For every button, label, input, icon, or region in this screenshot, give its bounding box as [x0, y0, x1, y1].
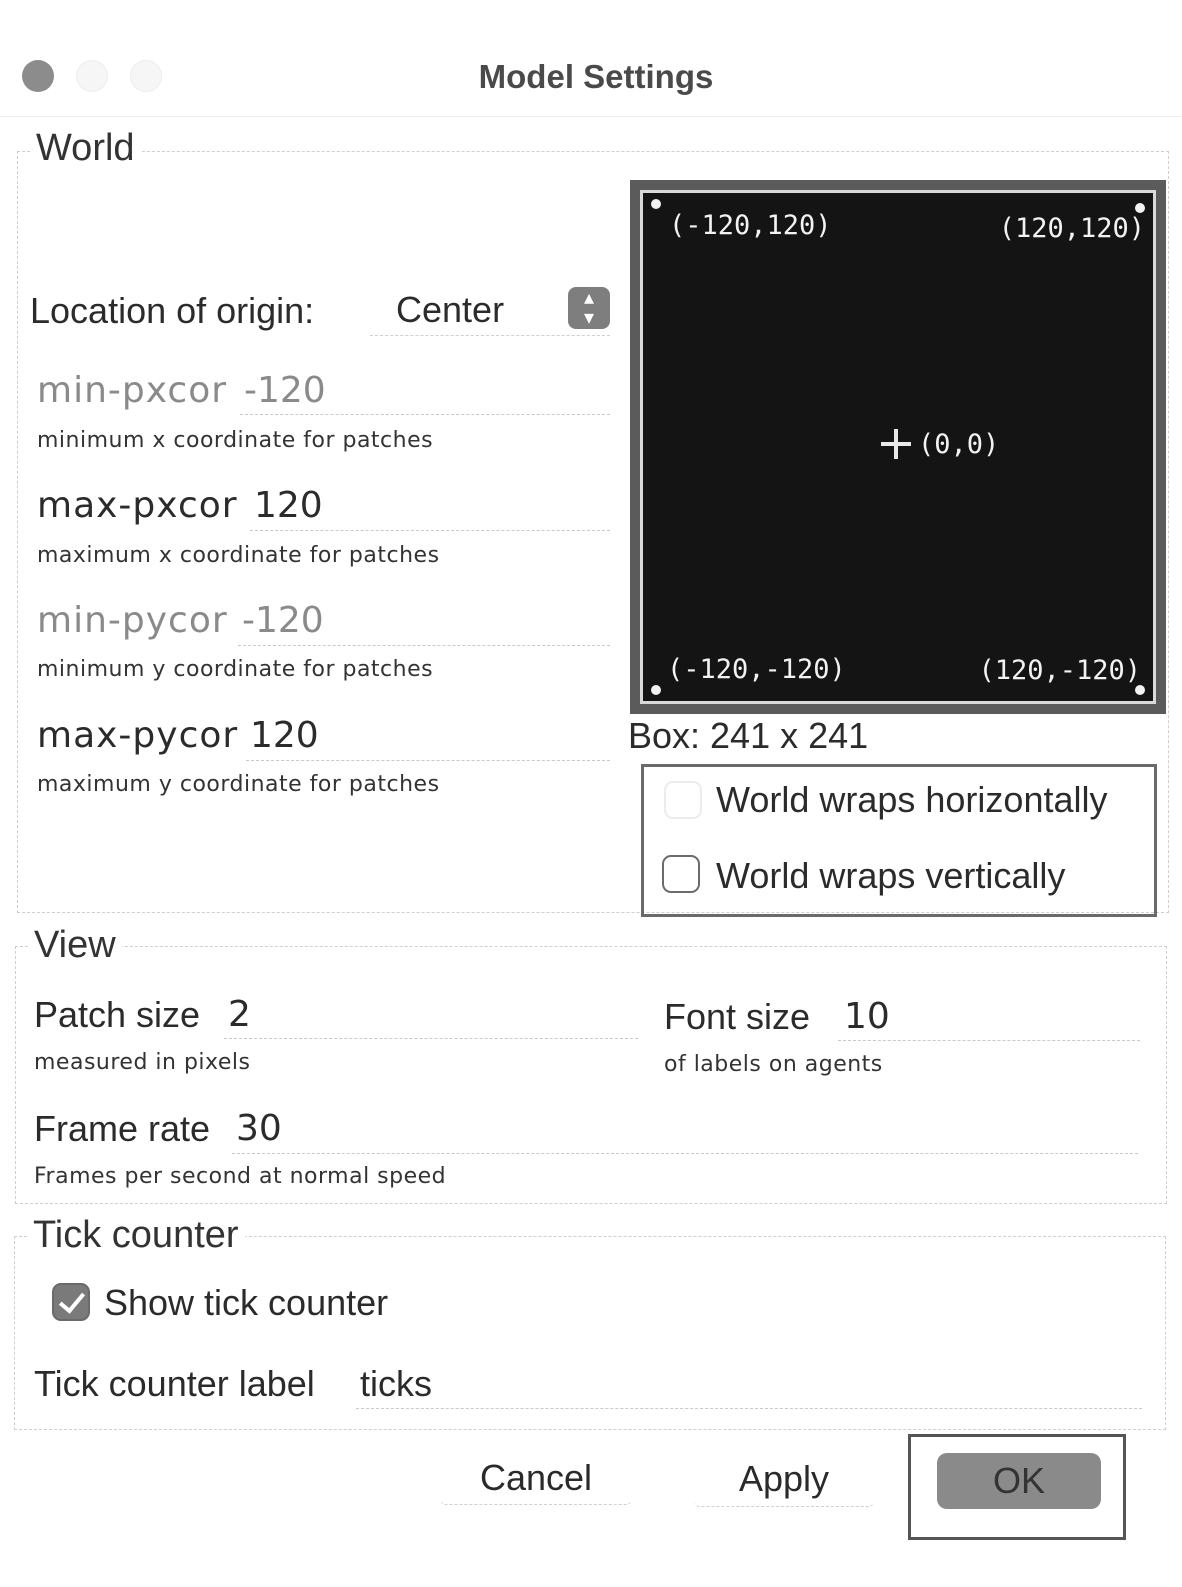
titlebar-divider: [0, 116, 1182, 117]
up-down-chevron-icon[interactable]: ▴ ▾: [568, 287, 610, 329]
coord-top-left: (-120,120): [669, 210, 832, 241]
wrap-vertical-label[interactable]: World wraps vertically: [716, 855, 1065, 897]
origin-select[interactable]: Center ▴ ▾: [370, 283, 610, 336]
origin-select-value: Center: [396, 289, 505, 330]
min-pxcor-input[interactable]: -120: [244, 370, 326, 411]
show-tick-counter-label[interactable]: Show tick counter: [104, 1282, 388, 1324]
tick-counter-label-input[interactable]: ticks: [360, 1363, 432, 1405]
max-pxcor-hint: maximum x coordinate for patches: [37, 543, 440, 568]
wrap-options: World wraps horizontally World wraps ver…: [641, 764, 1157, 917]
coord-top-right: (120,120): [998, 213, 1145, 244]
origin-label: Location of origin:: [30, 290, 315, 331]
corner-dot-bottom-left: [651, 685, 661, 695]
patch-size-underline: [224, 1038, 638, 1039]
apply-button[interactable]: Apply: [694, 1452, 874, 1507]
font-size-hint: of labels on agents: [664, 1052, 883, 1077]
max-pxcor-underline: [250, 530, 610, 531]
corner-dot-bottom-right: [1135, 685, 1145, 695]
coord-bottom-right: (120,-120): [978, 655, 1141, 686]
tick-counter-legend: Tick counter: [29, 1215, 245, 1255]
patch-size-label: Patch size: [34, 994, 201, 1035]
frame-rate-input[interactable]: 30: [236, 1108, 282, 1149]
frame-rate-hint: Frames per second at normal speed: [34, 1164, 447, 1189]
cancel-button[interactable]: Cancel: [440, 1452, 632, 1505]
frame-rate-underline: [232, 1153, 1138, 1154]
font-size-underline: [838, 1040, 1140, 1041]
wrap-vertical-checkbox[interactable]: [662, 855, 700, 893]
world-preview-canvas: (-120,120) (120,120) (-120,-120) (120,-1…: [640, 190, 1156, 704]
min-pxcor-label: min-pxcor: [37, 370, 228, 411]
font-size-label: Font size: [664, 996, 811, 1037]
box-size-label: Box: 241 x 241: [628, 715, 869, 756]
max-pxcor-label: max-pxcor: [37, 485, 238, 526]
coord-center: (0,0): [918, 429, 1000, 460]
patch-size-input[interactable]: 2: [228, 994, 251, 1035]
ok-button[interactable]: OK: [937, 1453, 1101, 1509]
view-legend: View: [30, 925, 122, 965]
min-pycor-underline: [238, 645, 610, 646]
show-tick-counter-checkbox[interactable]: [52, 1283, 90, 1321]
min-pycor-input[interactable]: -120: [242, 600, 324, 641]
corner-dot-top-right: [1135, 203, 1145, 213]
max-pxcor-input[interactable]: 120: [254, 485, 323, 526]
world-preview: (-120,120) (120,120) (-120,-120) (120,-1…: [630, 180, 1166, 714]
world-legend: World: [32, 128, 141, 168]
max-pycor-label: max-pycor: [37, 715, 239, 756]
tick-counter-label-underline: [356, 1408, 1142, 1409]
window-title: Model Settings: [478, 58, 714, 95]
min-pxcor-underline: [240, 414, 610, 415]
corner-dot-top-left: [651, 199, 661, 209]
min-pycor-label: min-pycor: [37, 600, 228, 641]
patch-size-hint: measured in pixels: [34, 1050, 251, 1075]
tick-counter-label-label: Tick counter label: [34, 1363, 315, 1404]
font-size-input[interactable]: 10: [844, 996, 890, 1037]
max-pycor-input[interactable]: 120: [250, 715, 319, 756]
coord-bottom-left: (-120,-120): [667, 654, 846, 685]
min-pxcor-hint: minimum x coordinate for patches: [37, 428, 434, 453]
wrap-horizontal-label[interactable]: World wraps horizontally: [716, 779, 1107, 821]
min-pycor-hint: minimum y coordinate for patches: [37, 657, 434, 682]
wrap-horizontal-checkbox[interactable]: [664, 781, 702, 819]
frame-rate-label: Frame rate: [34, 1108, 211, 1149]
max-pycor-hint: maximum y coordinate for patches: [37, 772, 440, 797]
max-pycor-underline: [246, 760, 610, 761]
